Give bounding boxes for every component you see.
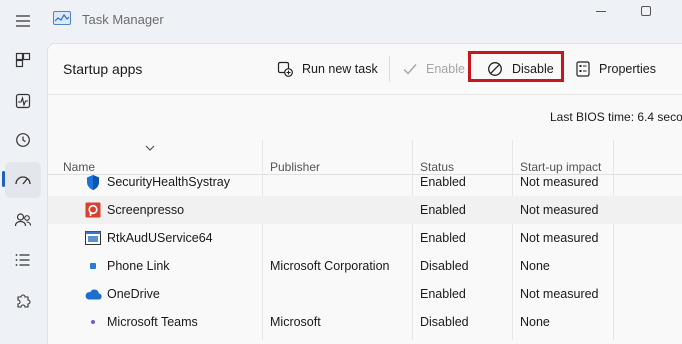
enable-button[interactable]: Enable	[403, 54, 465, 84]
cell-impact: Not measured	[520, 203, 599, 217]
cell-name: SecurityHealthSystray	[107, 175, 230, 189]
screenpresso-icon	[84, 201, 102, 219]
checkmark-icon	[403, 64, 417, 75]
cell-status: Enabled	[420, 203, 466, 217]
toolbar-separator	[389, 56, 390, 82]
window-title: Task Manager	[82, 12, 164, 27]
cell-impact: Not measured	[520, 287, 599, 301]
nav-users[interactable]	[9, 206, 37, 234]
title-bar: Task Manager	[0, 0, 682, 42]
phone-link-icon	[84, 257, 102, 275]
cell-impact: Not measured	[520, 231, 599, 245]
shield-icon	[84, 173, 102, 191]
main-panel: Startup apps Run new task Enable Disable…	[47, 43, 682, 344]
startup-speedometer-icon	[15, 176, 31, 185]
disable-highlight-box	[468, 51, 564, 82]
app-window-icon	[84, 229, 102, 247]
cell-name: Microsoft Teams	[107, 315, 198, 329]
cell-name: OneDrive	[107, 287, 160, 301]
cell-status: Enabled	[420, 175, 466, 189]
nav-app-history[interactable]	[9, 126, 37, 154]
nav-services[interactable]	[9, 287, 37, 315]
table-row[interactable]: Screenpresso Enabled Not measured	[48, 196, 682, 224]
processes-icon	[15, 52, 31, 68]
table-row[interactable]: RtkAudUService64 Enabled Not measured	[48, 224, 682, 252]
run-new-task-label: Run new task	[302, 62, 378, 76]
details-list-icon	[15, 254, 30, 266]
cell-name: RtkAudUService64	[107, 231, 213, 245]
run-new-task-icon	[277, 61, 293, 77]
cell-impact: Not measured	[520, 175, 599, 189]
table-row[interactable]: SecurityHealthSystray Enabled Not measur…	[48, 168, 682, 196]
properties-button[interactable]: Properties	[576, 54, 656, 84]
nav-performance[interactable]	[9, 87, 37, 115]
users-icon	[14, 213, 32, 227]
sort-chevron-icon[interactable]	[145, 145, 155, 151]
cell-publisher: Microsoft Corporation	[270, 259, 390, 273]
history-icon	[16, 133, 30, 147]
cell-name: Screenpresso	[107, 203, 185, 217]
navigation-rail	[0, 0, 46, 337]
table-row[interactable]: Microsoft Teams Microsoft Disabled None	[48, 308, 682, 336]
nav-details[interactable]	[9, 246, 37, 274]
run-new-task-button[interactable]: Run new task	[277, 54, 378, 84]
properties-icon	[576, 61, 590, 77]
maximize-button[interactable]	[641, 6, 651, 16]
bios-time: Last BIOS time: 6.4 secor	[550, 110, 682, 124]
menu-icon	[16, 15, 30, 27]
table-row[interactable]: Phone Link Microsoft Corporation Disable…	[48, 252, 682, 280]
cell-status: Disabled	[420, 259, 469, 273]
cell-publisher: Microsoft	[270, 315, 321, 329]
cell-status: Enabled	[420, 287, 466, 301]
cell-name: Phone Link	[107, 259, 170, 273]
services-puzzle-icon	[17, 294, 31, 308]
task-manager-icon	[53, 11, 71, 25]
toolbar-divider	[48, 94, 682, 95]
cell-impact: None	[520, 315, 550, 329]
hamburger-menu-button[interactable]	[9, 7, 37, 35]
teams-icon	[84, 313, 102, 331]
cloud-icon	[84, 285, 102, 303]
bios-value: 6.4 secor	[637, 110, 682, 124]
cell-status: Disabled	[420, 315, 469, 329]
page-title: Startup apps	[63, 61, 143, 77]
bios-label: Last BIOS time:	[550, 110, 635, 124]
cell-impact: None	[520, 259, 550, 273]
nav-startup-apps[interactable]	[5, 162, 41, 198]
table-row[interactable]: OneDrive Enabled Not measured	[48, 280, 682, 308]
cell-status: Enabled	[420, 231, 466, 245]
performance-icon	[15, 93, 31, 109]
enable-label: Enable	[426, 62, 465, 76]
properties-label: Properties	[599, 62, 656, 76]
nav-processes[interactable]	[9, 46, 37, 74]
minimize-button[interactable]	[596, 11, 606, 12]
